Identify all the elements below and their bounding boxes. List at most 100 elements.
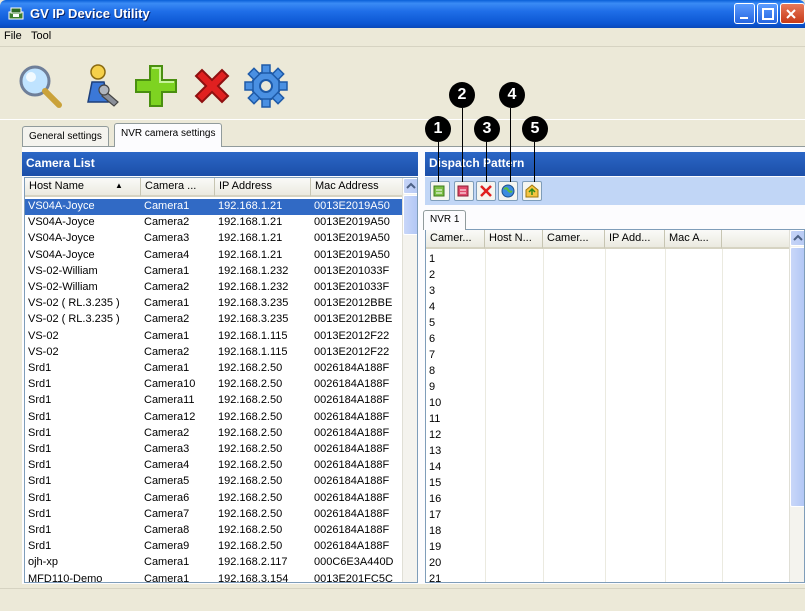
callout-2: 2	[449, 82, 475, 108]
table-row[interactable]: ojh-xp Camera1 192.168.2.117 000C6E3A440D	[25, 555, 402, 571]
remove-row-icon	[457, 185, 469, 197]
cell-camera: Camera11	[144, 394, 195, 407]
col-camera-name[interactable]: Camer...	[543, 230, 605, 249]
export-icon	[525, 184, 539, 198]
table-row[interactable]: Srd1 Camera9 192.168.2.50 0026184A188F	[25, 539, 402, 555]
table-row[interactable]: 8	[426, 364, 789, 380]
table-row[interactable]: VS04A-Joyce Camera1 192.168.1.21 0013E2019A…	[25, 199, 402, 215]
cell-row-number: 4	[429, 301, 436, 313]
table-row[interactable]: VS-02-William Camera2 192.168.1.232 0013E20…	[25, 280, 402, 296]
table-row[interactable]: Srd1 Camera8 192.168.2.50 0026184A188F	[25, 523, 402, 539]
table-row[interactable]: Srd1 Camera1 192.168.2.50 0026184A188F	[25, 361, 402, 377]
table-row[interactable]: VS-02 Camera1 192.168.1.115 0013E2012F22	[25, 329, 402, 345]
cell-ip-address: 192.168.1.232	[218, 281, 289, 293]
dispatch-scrollbar[interactable]	[789, 230, 804, 582]
table-row[interactable]: 7	[426, 348, 789, 364]
dispatch-export-button[interactable]	[522, 181, 542, 201]
menu-tool[interactable]: Tool	[31, 30, 51, 42]
dispatch-delete-button[interactable]	[476, 181, 496, 201]
table-row[interactable]: VS04A-Joyce Camera3 192.168.1.21 0013E2019A…	[25, 231, 402, 247]
cell-host-name: VS04A-Joyce	[28, 248, 95, 261]
dispatch-grid[interactable]: Camer... Host N... Camer... IP Add... Ma…	[425, 229, 805, 583]
settings-gear-icon[interactable]	[242, 62, 290, 110]
col-mac-address[interactable]: Mac Address	[311, 178, 403, 197]
scroll-thumb[interactable]	[790, 247, 804, 507]
camera-list-grid[interactable]: Host Name ▲ Camera ... IP Address Mac Ad…	[24, 177, 418, 583]
maximize-button[interactable]	[757, 3, 778, 24]
table-row[interactable]: Srd1 Camera10 192.168.2.50 0026184A188F	[25, 377, 402, 393]
table-row[interactable]: 3	[426, 284, 789, 300]
delete-icon[interactable]	[188, 62, 236, 110]
table-row[interactable]: 20	[426, 556, 789, 572]
table-row[interactable]: 9	[426, 380, 789, 396]
table-row[interactable]: 16	[426, 492, 789, 508]
cell-ip-address: 192.168.1.21	[218, 248, 283, 261]
table-row[interactable]: Srd1 Camera4 192.168.2.50 0026184A188F	[25, 458, 402, 474]
table-row[interactable]: 4	[426, 300, 789, 316]
add-icon[interactable]	[132, 62, 180, 110]
dispatch-add-button[interactable]	[430, 181, 450, 201]
status-bar	[0, 588, 805, 611]
sort-ascending-icon: ▲	[115, 181, 123, 190]
table-row[interactable]: Srd1 Camera6 192.168.2.50 0026184A188F	[25, 491, 402, 507]
cell-ip-address: 192.168.3.235	[218, 297, 289, 310]
table-row[interactable]: Srd1 Camera7 192.168.2.50 0026184A188F	[25, 507, 402, 523]
chevron-up-icon	[406, 182, 416, 189]
table-row[interactable]: 19	[426, 540, 789, 556]
table-row[interactable]: 6	[426, 332, 789, 348]
minimize-button[interactable]	[734, 3, 755, 24]
tab-nvr-1[interactable]: NVR 1	[423, 210, 467, 230]
table-row[interactable]: 21	[426, 572, 789, 582]
table-row[interactable]: VS-02 ( RL.3.235 ) Camera1 192.168.3.235 00…	[25, 296, 402, 312]
table-row[interactable]: 15	[426, 476, 789, 492]
col-host-name[interactable]: Host Name ▲	[25, 178, 141, 197]
table-row[interactable]: MFD110-Demo Camera1 192.168.3.154 0013E201F…	[25, 572, 402, 582]
cell-ip-address: 192.168.2.50	[218, 507, 283, 520]
menu-file[interactable]: File	[4, 30, 22, 42]
table-row[interactable]: 2	[426, 268, 789, 284]
table-row[interactable]: VS-02 Camera2 192.168.1.115 0013E2012F22	[25, 345, 402, 361]
camera-list-scrollbar[interactable]	[402, 178, 417, 582]
col-mac-address[interactable]: Mac A...	[665, 230, 722, 249]
table-row[interactable]: VS-02 ( RL.3.235 ) Camera2 192.168.3.235 00…	[25, 312, 402, 328]
dispatch-globe-button[interactable]	[498, 181, 518, 201]
dispatch-remove-button[interactable]	[454, 181, 474, 201]
cell-ip-address: 192.168.1.21	[218, 216, 283, 229]
cell-camera: Camera2	[144, 313, 190, 326]
cell-row-number: 10	[429, 397, 442, 409]
table-row[interactable]: Srd1 Camera3 192.168.2.50 0026184A188F	[25, 442, 402, 458]
cell-host-name: Srd1	[28, 410, 52, 423]
tab-general-settings[interactable]: General settings	[22, 126, 109, 147]
table-row[interactable]: VS04A-Joyce Camera4 192.168.1.21 0013E2019A…	[25, 248, 402, 264]
table-row[interactable]: 5	[426, 316, 789, 332]
table-row[interactable]: 11	[426, 412, 789, 428]
table-row[interactable]: Srd1 Camera5 192.168.2.50 0026184A188F	[25, 474, 402, 490]
table-row[interactable]: 10	[426, 396, 789, 412]
table-row[interactable]: 18	[426, 524, 789, 540]
table-row[interactable]: 12	[426, 428, 789, 444]
table-row[interactable]: VS04A-Joyce Camera2 192.168.1.21 0013E2019A…	[25, 215, 402, 231]
col-camera-number[interactable]: Camer...	[426, 230, 485, 249]
scroll-up-button[interactable]	[790, 230, 804, 246]
col-ip-address[interactable]: IP Add...	[605, 230, 665, 249]
table-row[interactable]: Srd1 Camera11 192.168.2.50 0026184A188F	[25, 393, 402, 409]
table-row[interactable]: 14	[426, 460, 789, 476]
scroll-thumb[interactable]	[403, 195, 417, 235]
table-row[interactable]: Srd1 Camera12 192.168.2.50 0026184A188F	[25, 410, 402, 426]
title-bar[interactable]: GV IP Device Utility	[0, 0, 805, 28]
close-button[interactable]	[780, 3, 805, 24]
col-ip-address[interactable]: IP Address	[215, 178, 311, 197]
scroll-up-button[interactable]	[403, 178, 417, 194]
search-icon[interactable]	[16, 62, 64, 110]
col-host-name[interactable]: Host N...	[485, 230, 543, 249]
table-row[interactable]: 17	[426, 508, 789, 524]
tab-nvr-camera-settings[interactable]: NVR camera settings	[114, 123, 223, 147]
table-row[interactable]: 1	[426, 252, 789, 268]
table-row[interactable]: 13	[426, 444, 789, 460]
col-camera[interactable]: Camera ...	[141, 178, 215, 197]
cell-mac-address: 0013E2012F22	[314, 329, 390, 342]
cell-row-number: 20	[429, 557, 442, 569]
table-row[interactable]: VS-02-William Camera1 192.168.1.232 0013E20…	[25, 264, 402, 280]
user-config-icon[interactable]	[78, 62, 126, 110]
table-row[interactable]: Srd1 Camera2 192.168.2.50 0026184A188F	[25, 426, 402, 442]
